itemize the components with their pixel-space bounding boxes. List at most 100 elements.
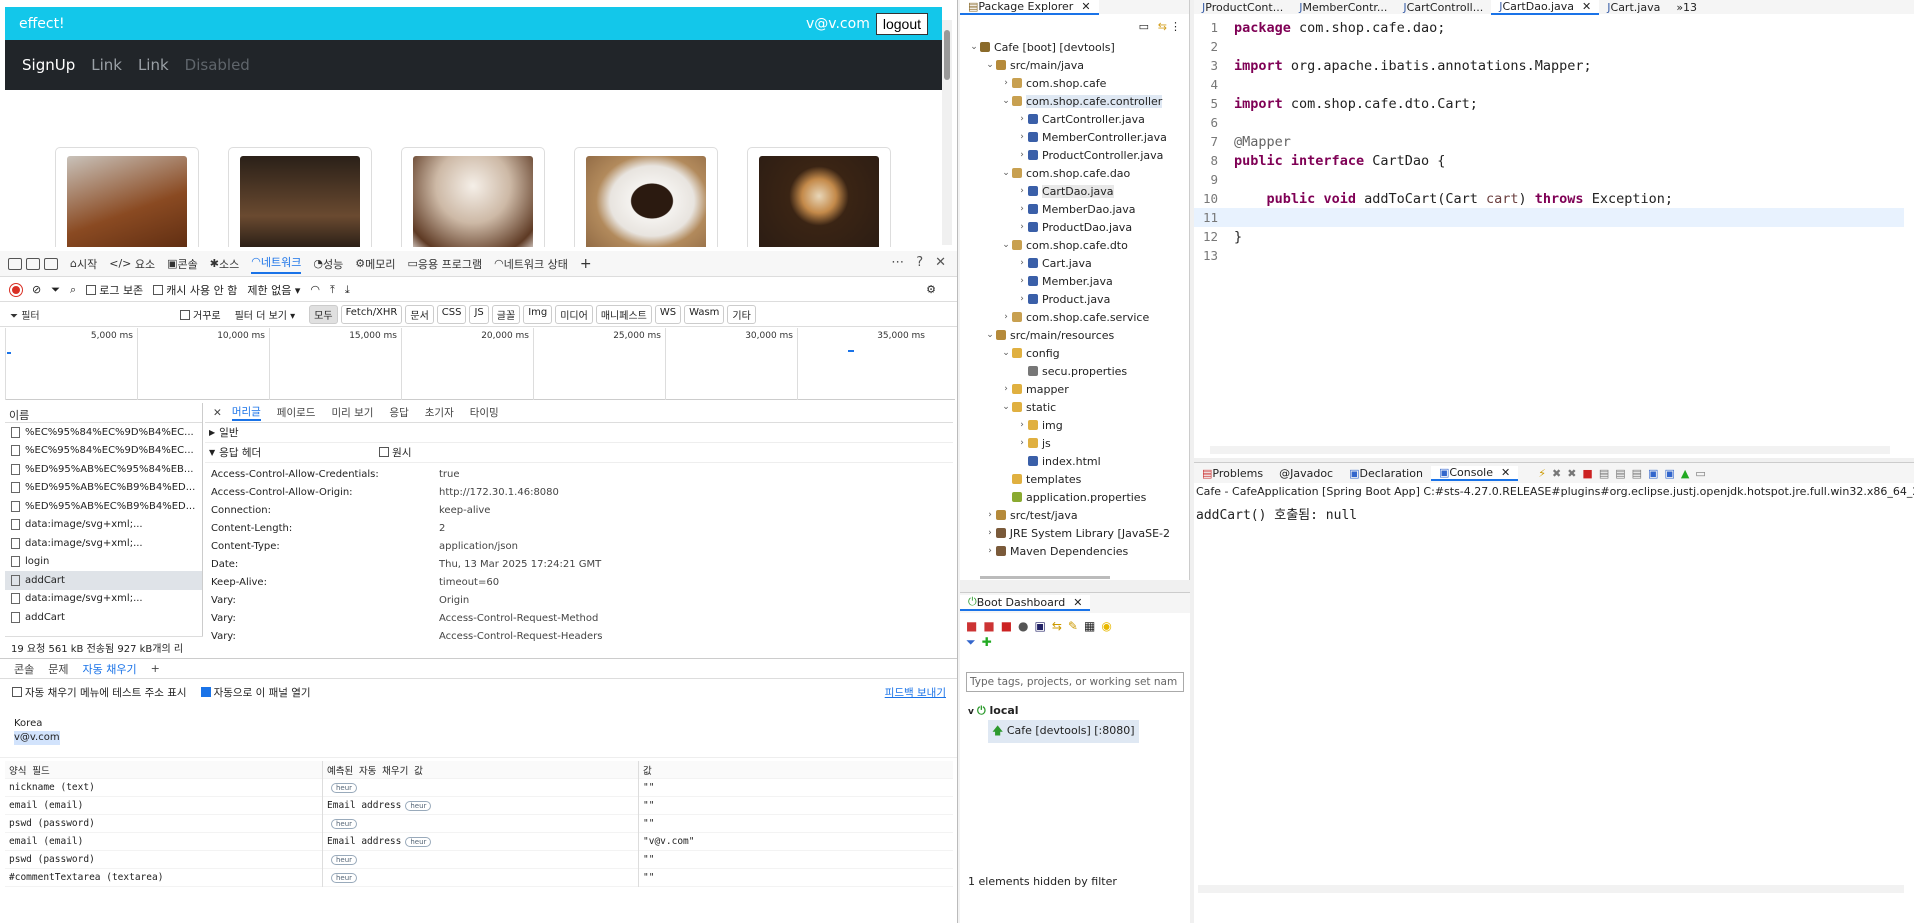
show-on-stderr-icon[interactable]: ▣ <box>1664 467 1680 480</box>
col-value[interactable]: 값 <box>638 760 652 779</box>
tab-console[interactable]: ▣ 콘솔 <box>167 256 198 272</box>
code-line[interactable]: 9 <box>1194 170 1904 189</box>
tree-node[interactable]: › img <box>960 416 1170 434</box>
console-output[interactable]: addCart() 호출됨: null <box>1194 500 1914 527</box>
tab-application[interactable]: ▭ 응용 프로그램 <box>407 256 482 272</box>
tab-preview[interactable]: 미리 보기 <box>331 405 373 420</box>
raw-checkbox[interactable]: 원시 <box>379 445 411 460</box>
tree-node[interactable]: › js <box>960 434 1170 452</box>
restart-icon[interactable]: ■ <box>983 619 1000 633</box>
close-icon[interactable]: ✕ <box>1501 466 1510 479</box>
chevron-down-icon[interactable]: ⌄ <box>1000 402 1012 412</box>
tree-node[interactable]: templates <box>960 470 1170 488</box>
heuristic-badge[interactable]: heur <box>405 800 432 811</box>
type-chip[interactable]: 글꼴 <box>491 305 521 324</box>
filter-toggle-icon[interactable]: ⏷ <box>51 283 60 297</box>
feedback-link[interactable]: 피드백 보내기 <box>885 685 946 700</box>
filter-icon[interactable]: ⏷ <box>966 635 982 649</box>
export-icon[interactable]: ⤓ <box>345 283 350 297</box>
close-detail-icon[interactable]: ✕ <box>213 407 222 419</box>
editor-tab[interactable]: J Cart.java <box>1599 1 1668 14</box>
request-row[interactable]: %ED%95%AB%EC%95%84%EB... <box>5 460 202 479</box>
code-line[interactable]: 5 import com.shop.cafe.dto.Cart; <box>1194 94 1904 113</box>
tab-network[interactable]: ◠ 네트워크 <box>251 254 302 274</box>
chevron-right-icon[interactable]: › <box>1016 132 1028 142</box>
more-tabs-icon[interactable]: ⋯ <box>891 255 904 270</box>
preserve-log-checkbox[interactable]: 로그 보존 <box>86 282 143 298</box>
chevron-right-icon[interactable]: › <box>1016 438 1028 448</box>
view-menu-icon[interactable]: ⋮ <box>1170 20 1181 33</box>
tab-problems[interactable]: ▤ Problems <box>1194 467 1271 480</box>
chevron-right-icon[interactable]: › <box>1016 150 1028 160</box>
console-hscrollbar[interactable] <box>1198 885 1904 893</box>
request-row[interactable]: data:image/svg+xml;... <box>5 534 202 553</box>
tree-node[interactable]: ⌄ static <box>960 398 1170 416</box>
scroll-lock-icon[interactable]: ▤ <box>1599 467 1615 480</box>
terminate-icon[interactable]: ■ <box>1582 467 1598 480</box>
tree-scrollbar[interactable] <box>980 576 1110 579</box>
close-icon[interactable]: ✕ <box>1073 596 1082 609</box>
clear-icon[interactable]: ⊘ <box>32 283 41 296</box>
tree-node[interactable]: › Member.java <box>960 272 1170 290</box>
col-form-field[interactable]: 양식 필드 <box>5 763 322 777</box>
more-filters-dropdown[interactable]: 필터 더 보기 ▾ <box>235 307 296 322</box>
code-line[interactable]: 10 public void addToCart(Cart cart) thro… <box>1194 189 1904 208</box>
request-row[interactable]: addCart <box>5 608 202 627</box>
tab-payload[interactable]: 페이로드 <box>277 405 316 420</box>
type-chip[interactable]: 문서 <box>405 305 434 324</box>
add-icon[interactable]: ✚ <box>982 635 998 649</box>
chevron-right-icon[interactable]: › <box>984 546 996 556</box>
tree-node[interactable]: application.properties <box>960 488 1170 506</box>
tab-initiator[interactable]: 초기자 <box>425 405 454 420</box>
chevron-down-icon[interactable]: ⌄ <box>1000 240 1012 250</box>
col-predicted[interactable]: 예측된 자동 채우기 값 <box>322 760 638 779</box>
section-general[interactable]: ▶ 일반 <box>205 423 953 443</box>
dock-icon[interactable] <box>44 257 58 270</box>
type-chip[interactable]: Fetch/XHR <box>340 305 403 324</box>
open-browser-icon[interactable]: ● <box>1018 619 1034 633</box>
request-row[interactable]: data:image/svg+xml;... <box>5 516 202 535</box>
stop-icon[interactable]: ■ <box>1001 619 1018 633</box>
network-conditions-icon[interactable]: ◠ <box>310 283 320 296</box>
pin-icon[interactable]: ⚡ <box>1538 467 1552 480</box>
chevron-down-icon[interactable]: ⌄ <box>984 60 996 70</box>
device-toggle-icon[interactable] <box>26 257 40 270</box>
tree-node[interactable]: › MemberController.java <box>960 128 1170 146</box>
table-icon[interactable]: ▦ <box>1084 619 1101 633</box>
request-row[interactable]: login <box>5 553 202 572</box>
code-line[interactable]: 2 <box>1194 37 1904 56</box>
tree-node[interactable]: ⌄ com.shop.cafe.dao <box>960 164 1170 182</box>
close-icon[interactable]: ✕ <box>1582 0 1591 13</box>
tab-declaration[interactable]: ▣ Declaration <box>1341 467 1431 480</box>
chevron-right-icon[interactable]: › <box>1016 276 1028 286</box>
close-devtools-icon[interactable]: ✕ <box>935 255 946 270</box>
tab-package-explorer[interactable]: ▤ Package Explorer ✕ <box>960 0 1099 15</box>
site-brand[interactable]: effect! <box>19 16 65 32</box>
logout-button[interactable]: logout <box>875 12 928 35</box>
chevron-right-icon[interactable]: › <box>1000 384 1012 394</box>
chevron-down-icon[interactable]: ⌄ <box>1000 96 1012 106</box>
editor-tab[interactable]: J MemberContr... <box>1291 1 1395 14</box>
type-chip[interactable]: Wasm <box>684 305 725 324</box>
collapse-all-icon[interactable]: ▭ <box>1139 20 1149 33</box>
nav-link-1[interactable]: Link <box>91 56 122 74</box>
disable-cache-checkbox[interactable]: 캐시 사용 안 함 <box>153 282 237 298</box>
chevron-right-icon[interactable]: › <box>984 510 996 520</box>
drawer-tab-autofill[interactable]: 자동 채우기 <box>83 661 137 677</box>
heuristic-badge[interactable]: heur <box>331 872 358 883</box>
chevron-right-icon[interactable]: › <box>1016 258 1028 268</box>
tree-node[interactable]: ⌄ src/main/java <box>960 56 1170 74</box>
remove-launch-icon[interactable]: ✖ <box>1552 467 1567 480</box>
request-row[interactable]: %EC%95%84%EC%9D%B4%EC... <box>5 442 202 461</box>
request-row[interactable]: %EC%95%84%EC%9D%B4%EC... <box>5 423 202 442</box>
filter-input[interactable]: ⏷ 필터 <box>10 307 180 322</box>
type-chip[interactable]: WS <box>654 305 682 324</box>
type-chip[interactable]: Img <box>523 305 553 324</box>
tree-node[interactable]: › com.shop.cafe <box>960 74 1170 92</box>
link-editor-icon[interactable]: ⇆ <box>1158 20 1167 33</box>
show-on-stdout-icon[interactable]: ▣ <box>1648 467 1664 480</box>
editor-tab[interactable]: J CartControll... <box>1395 1 1491 14</box>
type-chip[interactable]: 매니페스트 <box>595 305 652 324</box>
settings-icon[interactable]: ⚙ <box>926 283 936 296</box>
drawer-tab-issues[interactable]: 문제 <box>48 661 68 677</box>
